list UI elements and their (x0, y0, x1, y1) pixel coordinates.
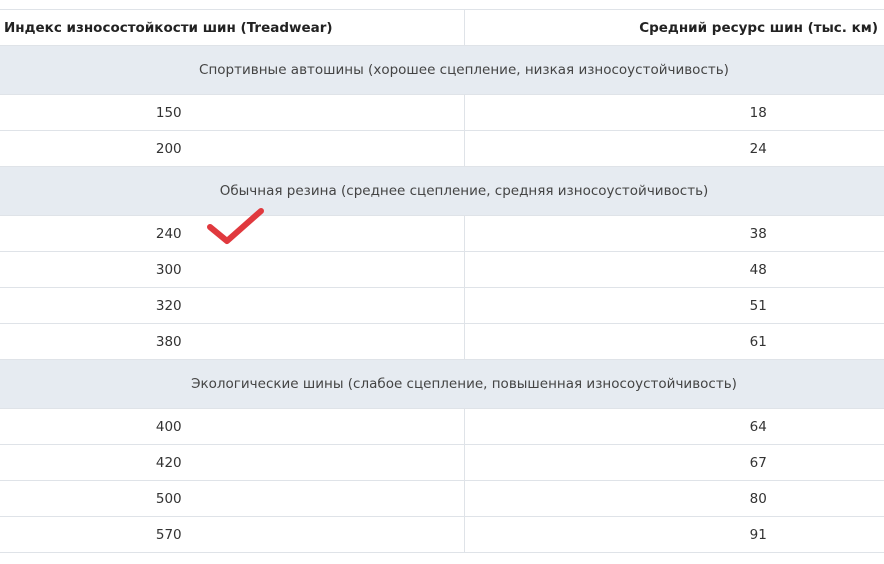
treadwear-cell: 380 (0, 323, 465, 360)
treadwear-cell: 150 (0, 94, 465, 131)
category-row: Спортивные автошины (хорошее сцепление, … (0, 45, 884, 95)
mileage-cell: 38 (463, 215, 884, 252)
header-mileage: Средний ресурс шин (тыс. км) (463, 9, 884, 46)
category-row: Обычная резина (среднее сцепление, средн… (0, 166, 884, 216)
mileage-cell: 91 (463, 516, 884, 553)
table-row: 500 80 (0, 480, 884, 517)
treadwear-table: Индекс износостойкости шин (Treadwear) С… (0, 9, 884, 553)
category-title: Спортивные автошины (хорошее сцепление, … (0, 45, 884, 95)
treadwear-cell: 500 (0, 480, 465, 517)
header-treadwear: Индекс износостойкости шин (Treadwear) (0, 9, 465, 46)
table-row: 300 48 (0, 251, 884, 288)
mileage-cell: 48 (463, 251, 884, 288)
category-title: Экологические шины (слабое сцепление, по… (0, 359, 884, 409)
mileage-cell: 61 (463, 323, 884, 360)
treadwear-cell: 200 (0, 130, 465, 167)
table-row: 420 67 (0, 444, 884, 481)
table-row: 240 38 (0, 215, 884, 252)
mileage-cell: 80 (463, 480, 884, 517)
checkmark-icon (207, 208, 264, 244)
mileage-cell: 24 (463, 130, 884, 167)
table-row: 400 64 (0, 408, 884, 445)
table-row: 380 61 (0, 323, 884, 360)
category-row: Экологические шины (слабое сцепление, по… (0, 359, 884, 409)
table-row: 570 91 (0, 516, 884, 553)
mileage-cell: 67 (463, 444, 884, 481)
mileage-cell: 64 (463, 408, 884, 445)
treadwear-cell: 300 (0, 251, 465, 288)
mileage-cell: 51 (463, 287, 884, 324)
category-title: Обычная резина (среднее сцепление, средн… (0, 166, 884, 216)
treadwear-cell: 400 (0, 408, 465, 445)
table-row: 200 24 (0, 130, 884, 167)
mileage-cell: 18 (463, 94, 884, 131)
table-row: 150 18 (0, 94, 884, 131)
treadwear-cell: 320 (0, 287, 465, 324)
table-row: 320 51 (0, 287, 884, 324)
treadwear-cell: 570 (0, 516, 465, 553)
header-row: Индекс износостойкости шин (Treadwear) С… (0, 9, 884, 46)
treadwear-cell: 420 (0, 444, 465, 481)
